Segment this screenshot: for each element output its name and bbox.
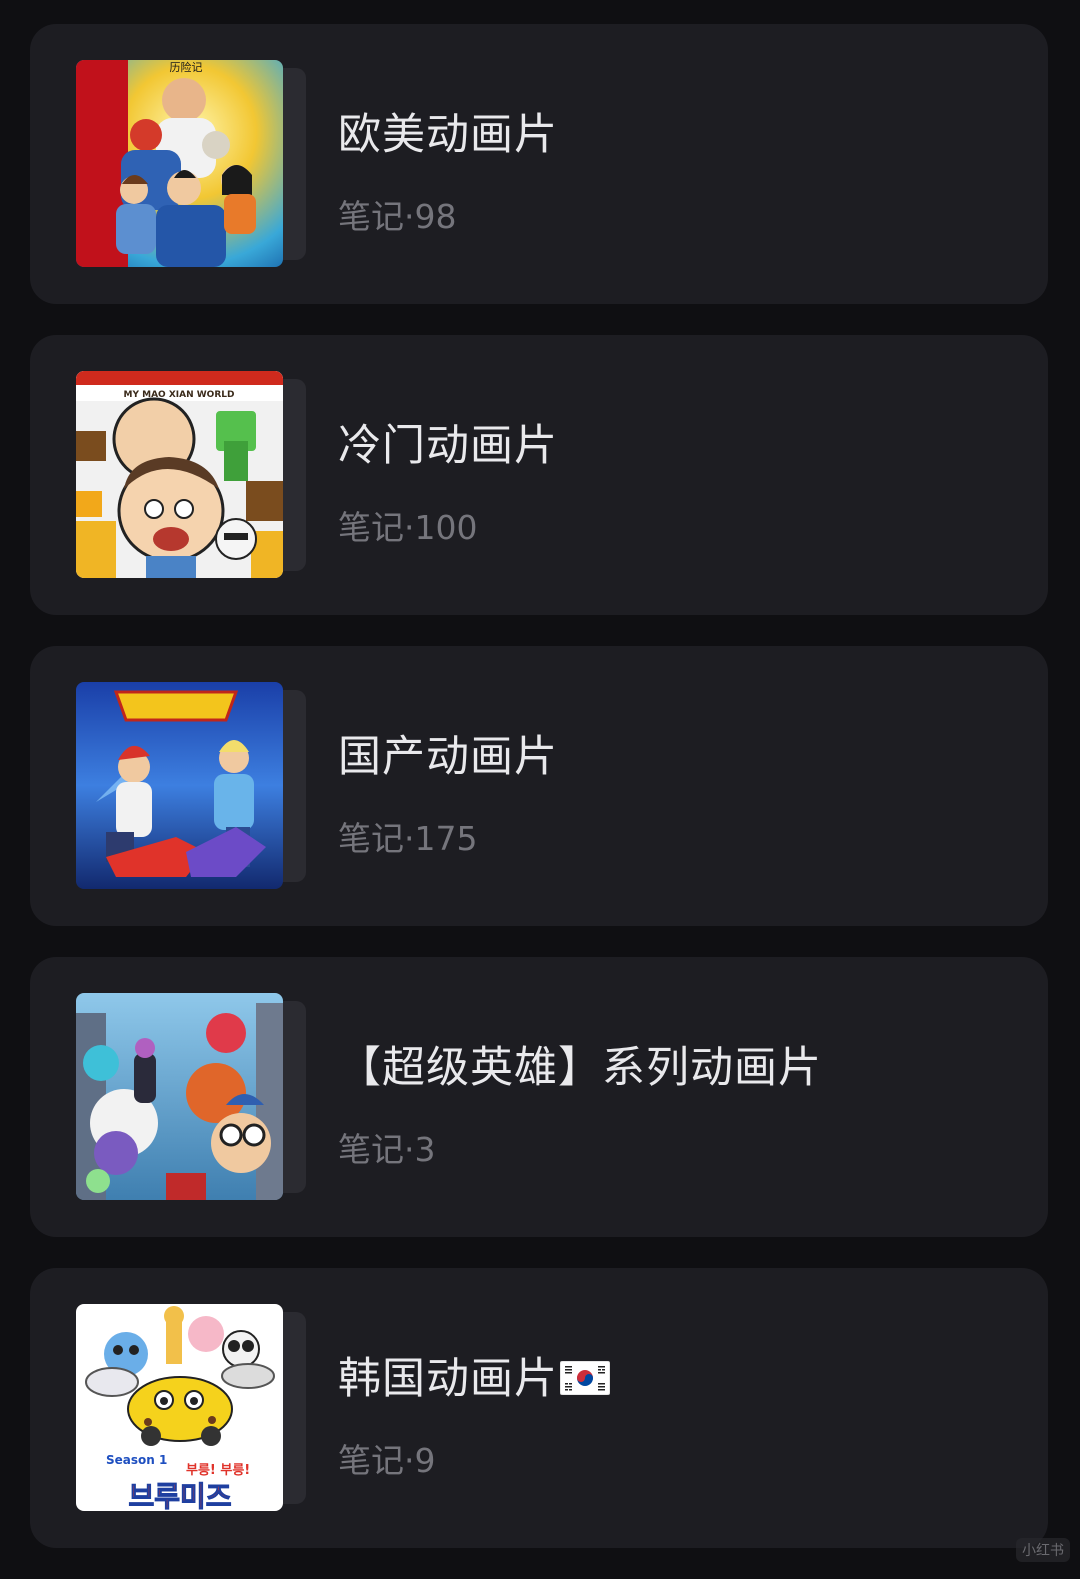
collection-note-count: 笔记·100 [338, 508, 478, 547]
cover-stack: 历险记 [76, 60, 306, 268]
collection-card-domestic[interactable]: 国产动画片 笔记·175 [30, 646, 1048, 926]
cover-stack [76, 993, 306, 1201]
collection-title-text: 韩国动画片 [338, 1354, 558, 1404]
cover-5-title: 브루미즈 [128, 1480, 231, 1511]
collection-note-count: 笔记·9 [338, 1441, 436, 1480]
collection-title: 国产动画片 [338, 732, 558, 782]
collection-title: 欧美动画片 [338, 110, 558, 160]
cover-stack [76, 682, 306, 890]
collection-cover-image [76, 682, 283, 889]
korea-flag-icon [560, 1361, 610, 1395]
collection-title: 【超级英雄】系列动画片 [338, 1043, 822, 1093]
collection-note-count: 笔记·175 [338, 819, 478, 858]
collection-list: 历险记 欧美动画片 笔记·98 MY MAO XIAN WORLD 冷门动画片 … [30, 24, 1048, 1579]
collection-cover-image: MY MAO XIAN WORLD [76, 371, 283, 578]
collection-card-korean[interactable]: Season 1 부릉! 부릉! 브루미즈 韩国动画片 笔记·9 [30, 1268, 1048, 1548]
collection-cover-image: Season 1 부릉! 부릉! 브루미즈 [76, 1304, 283, 1511]
collection-title: 冷门动画片 [338, 421, 558, 471]
cover-1-text: 历险记 [170, 60, 203, 74]
collection-cover-image [76, 993, 283, 1200]
collection-note-count: 笔记·3 [338, 1130, 436, 1169]
collection-card-western[interactable]: 历险记 欧美动画片 笔记·98 [30, 24, 1048, 304]
collection-card-superhero[interactable]: 【超级英雄】系列动画片 笔记·3 [30, 957, 1048, 1237]
watermark: 小红书 [1016, 1538, 1070, 1562]
cover-5-sub: 부릉! 부릉! [186, 1463, 250, 1478]
collection-note-count: 笔记·98 [338, 197, 457, 236]
cover-stack: Season 1 부릉! 부릉! 브루미즈 [76, 1304, 306, 1512]
collection-title: 韩国动画片 [338, 1344, 610, 1406]
collection-card-niche[interactable]: MY MAO XIAN WORLD 冷门动画片 笔记·100 [30, 335, 1048, 615]
cover-stack: MY MAO XIAN WORLD [76, 371, 306, 579]
collection-cover-image: 历险记 [76, 60, 283, 267]
cover-2-text: MY MAO XIAN WORLD [124, 390, 235, 400]
cover-5-season: Season 1 [106, 1453, 167, 1467]
